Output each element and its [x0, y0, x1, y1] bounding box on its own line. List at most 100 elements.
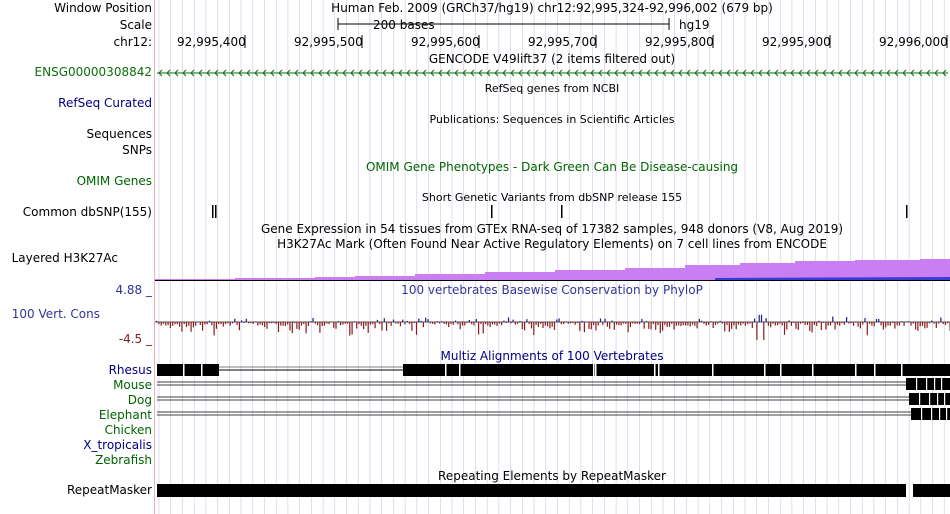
multiz-species-dog[interactable]: Dog: [128, 393, 152, 407]
multiz-species-chicken[interactable]: Chicken: [105, 423, 152, 437]
phylop-bar: [809, 322, 811, 331]
phylop-bar: [942, 322, 944, 325]
phylop-bar: [788, 320, 790, 322]
phylop-bar: [296, 322, 298, 329]
phylop-bar: [735, 322, 737, 330]
phylop-bar: [659, 322, 661, 334]
snp-mark[interactable]: [561, 205, 563, 218]
phylop-bar: [494, 322, 496, 325]
phylop-bar: [859, 322, 861, 329]
phylop-bar: [303, 322, 305, 325]
phylop-bar: [613, 322, 615, 330]
alignment-block[interactable]: [157, 364, 219, 376]
alignment-gap-mark: [445, 364, 447, 376]
phylop-bar: [590, 322, 592, 330]
h3k27ac-signal[interactable]: [155, 259, 950, 280]
phylop-bar: [425, 317, 427, 322]
phylop-bar: [307, 322, 309, 326]
phylop-bar: [767, 322, 769, 326]
phylop-bar: [593, 322, 595, 325]
phylop-bar: [636, 322, 638, 324]
publications-snps-label[interactable]: SNPs: [122, 143, 152, 157]
h3k27ac-track-label[interactable]: Layered H3K27Ac: [12, 251, 118, 265]
phylop-bar: [372, 322, 374, 325]
multiz-species-xtropicalis[interactable]: X_tropicalis: [83, 438, 152, 452]
phylop-bar: [346, 322, 349, 324]
phylop-bar: [547, 322, 549, 327]
phylop-bar: [721, 322, 723, 324]
multiz-species-elephant[interactable]: Elephant: [99, 408, 152, 422]
phylop-bar: [268, 322, 270, 324]
phylop-bar: [415, 322, 418, 335]
phylop-bar: [816, 322, 818, 326]
phylop-bar: [188, 322, 190, 326]
phylop-bar: [724, 322, 726, 332]
snp-mark[interactable]: [491, 205, 493, 218]
phylop-bar: [602, 322, 604, 325]
phylop-bar: [507, 317, 510, 322]
phylop-bar: [820, 322, 822, 330]
multiz-species-rhesus[interactable]: Rhesus: [109, 363, 152, 377]
phylop-bar: [404, 322, 406, 325]
repeat-element[interactable]: [157, 484, 906, 497]
repeat-element[interactable]: [913, 484, 950, 497]
phylop-bar: [167, 322, 169, 325]
repeatmasker-track-label[interactable]: RepeatMasker: [67, 483, 152, 497]
phylop-bar: [896, 322, 898, 326]
phylop-bar: [595, 322, 597, 331]
phylop-bar: [491, 322, 493, 325]
omim-track-label[interactable]: OMIM Genes: [77, 174, 152, 188]
phylop-bar: [581, 320, 583, 322]
phylop-bar: [882, 322, 884, 330]
phylop-bar: [662, 322, 664, 331]
phylop-bar: [811, 322, 813, 333]
gencode-item-label[interactable]: ENSG00000308842: [35, 65, 152, 79]
alignment-gap-mark: [944, 393, 946, 405]
multiz-species-mouse[interactable]: Mouse: [113, 378, 152, 392]
phylop-bar: [468, 320, 470, 322]
phylop-bar: [763, 322, 765, 340]
window-position-label: Window Position: [54, 1, 152, 15]
alignment-block: [906, 378, 950, 390]
phylop-bar: [558, 318, 560, 322]
phylop-bar: [947, 322, 949, 324]
multiz-species-zebrafish[interactable]: Zebrafish: [95, 453, 152, 467]
phylop-bar: [365, 322, 367, 326]
refseq-track-label[interactable]: RefSeq Curated: [58, 96, 152, 110]
phylop-bar: [583, 322, 585, 333]
track-image[interactable]: Human Feb. 2009 (GRCh37/hg19) chr12:92,9…: [155, 0, 950, 514]
phylop-bar: [399, 322, 401, 327]
phylop-bar: [176, 322, 178, 325]
phylop-bar: [294, 322, 296, 324]
snp-mark[interactable]: [906, 205, 908, 218]
phylop-bar: [829, 322, 832, 326]
publications-sequences-label[interactable]: Sequences: [87, 127, 152, 141]
phylop-bar: [797, 322, 799, 330]
phylop-bar: [832, 316, 834, 322]
snp-mark[interactable]: [215, 205, 217, 218]
phylop-bar: [731, 322, 733, 329]
phylop-bar: [358, 322, 360, 325]
phylop-bar: [880, 322, 882, 326]
phylop-bar: [740, 322, 742, 326]
phylop-bar: [197, 321, 199, 322]
phylop-bar: [319, 322, 321, 333]
scale-assembly: hg19: [679, 18, 710, 32]
phylop-bar: [225, 322, 227, 325]
phylop-bar: [898, 322, 901, 326]
phylop-bar: [218, 322, 220, 324]
alignment-block[interactable]: [403, 364, 950, 376]
snp-mark[interactable]: [212, 205, 214, 218]
phylop-bar: [496, 322, 498, 326]
phylop-bar: [245, 318, 247, 322]
alignment-gap-mark: [812, 364, 814, 376]
conservation-track-title: 100 vertebrates Basewise Conservation by…: [401, 283, 703, 297]
conservation-track-label[interactable]: 100 Vert. Cons: [12, 307, 100, 321]
phylop-bar: [714, 322, 717, 325]
phylop-bar: [441, 321, 443, 322]
dbsnp-track-label[interactable]: Common dbSNP(155): [23, 205, 152, 219]
phylop-bar: [199, 322, 201, 325]
phylop-bar: [434, 322, 436, 325]
phylop-bar: [549, 322, 551, 329]
phylop-bar: [236, 322, 238, 326]
